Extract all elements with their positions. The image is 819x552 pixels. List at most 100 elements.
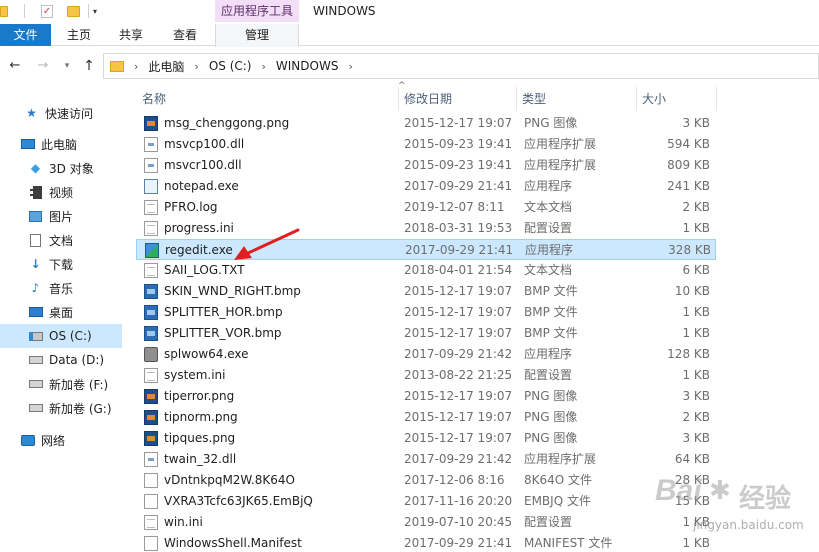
file-name: msvcr100.dll [164, 158, 242, 172]
sidebar-item-label: 快速访问 [45, 106, 94, 121]
file-type: PNG 图像 [524, 116, 578, 130]
tab-home[interactable]: 主页 [56, 24, 102, 46]
sidebar-item-network[interactable]: 网络 [0, 428, 122, 452]
file-exe-reg-icon [145, 243, 159, 258]
sidebar-item-data-d[interactable]: Data (D:) [0, 348, 122, 372]
file-modified-date: 2017-11-16 20:20 [404, 494, 513, 508]
file-row[interactable]: system.ini 2013-08-22 21:25 配置设置 1 KB [136, 365, 716, 386]
file-row[interactable]: regedit.exe 2017-09-29 21:41 应用程序 328 KB [136, 239, 716, 260]
file-bmp-icon [144, 284, 158, 299]
sidebar-item-music[interactable]: ♪ 音乐 [0, 276, 122, 300]
breadcrumb-this-pc[interactable]: 此电脑 [148, 58, 184, 75]
file-name: SPLITTER_HOR.bmp [164, 305, 283, 319]
file-row[interactable]: progress.ini 2018-03-31 19:53 配置设置 1 KB [136, 218, 716, 239]
sidebar-item-label: 下载 [49, 257, 74, 272]
file-png-icon [144, 389, 158, 404]
download-icon: ↓ [30, 257, 41, 271]
file-name: vDntnkpqM2W.8K64O [164, 473, 295, 487]
watermark-word: 经验 [739, 484, 792, 514]
file-row[interactable]: msvcr100.dll 2015-09-23 19:41 应用程序扩展 809 KB [136, 155, 716, 176]
forward-arrow-icon[interactable]: → [34, 57, 52, 75]
file-size: 64 KB [674, 452, 710, 466]
sidebar-item-volume-g[interactable]: 新加卷 (G:) [0, 396, 122, 420]
sidebar-item-videos[interactable]: 视频 [0, 180, 122, 204]
file-row[interactable]: notepad.exe 2017-09-29 21:41 应用程序 241 KB [136, 176, 716, 197]
file-bmp-icon [144, 326, 158, 341]
sidebar-item-this-pc[interactable]: 此电脑 [0, 132, 122, 156]
drive-icon [28, 401, 43, 415]
sidebar-item-documents[interactable]: 文档 [0, 228, 122, 252]
file-row[interactable]: msvcp100.dll 2015-09-23 19:41 应用程序扩展 594 KB [136, 134, 716, 155]
breadcrumb-chevron-icon[interactable]: › [134, 60, 138, 73]
sidebar-item-desktop[interactable]: 桌面 [0, 300, 122, 324]
file-row[interactable]: win.ini 2019-07-10 20:45 配置设置 1 KB [136, 512, 716, 533]
back-arrow-icon[interactable]: ← [6, 57, 24, 75]
column-header-date[interactable]: 修改日期 [398, 87, 516, 111]
file-size: 2 KB [682, 200, 710, 214]
breadcrumb-windows[interactable]: WINDOWS [276, 59, 339, 73]
tab-manage[interactable]: 管理 [215, 24, 299, 47]
window-title: WINDOWS [313, 4, 376, 18]
file-row[interactable]: VXRA3Tcfc63JK65.EmBjQ 2017-11-16 20:20 EMB… [136, 491, 716, 512]
folder-icon[interactable] [0, 5, 8, 17]
file-row[interactable]: WindowsShell.Manifest 2017-09-29 21:41 MAN… [136, 533, 716, 552]
file-row[interactable]: tipnorm.png 2015-12-17 19:07 PNG 图像 2 KB [136, 407, 716, 428]
navigation-bar: ← → ▾ ↑ › 此电脑 › OS (C:) › WINDOWS › [0, 47, 819, 87]
tab-file[interactable]: 文件 [0, 24, 51, 46]
file-size: 1 KB [682, 326, 710, 340]
file-row[interactable]: SAII_LOG.TXT 2018-04-01 21:54 文本文档 6 KB [136, 260, 716, 281]
file-size: 3 KB [682, 116, 710, 130]
separator [88, 4, 89, 18]
file-size: 6 KB [682, 263, 710, 277]
column-header-name[interactable]: 名称 [136, 87, 398, 111]
sidebar-item-label: 3D 对象 [49, 161, 94, 176]
sidebar-item-downloads[interactable]: ↓ 下载 [0, 252, 122, 276]
file-row[interactable]: vDntnkpqM2W.8K64O 2017-12-06 8:16 8K64O 文件… [136, 470, 716, 491]
tab-view[interactable]: 查看 [162, 24, 208, 46]
file-name: tipnorm.png [164, 410, 238, 424]
breadcrumb-chevron-icon[interactable]: › [262, 60, 266, 73]
file-row[interactable]: SPLITTER_VOR.bmp 2015-12-17 19:07 BMP 文件 1 … [136, 323, 716, 344]
tab-share[interactable]: 共享 [108, 24, 154, 46]
file-modified-date: 2018-03-31 19:53 [404, 221, 513, 235]
sidebar-item-volume-f[interactable]: 新加卷 (F:) [0, 372, 122, 396]
new-folder-icon[interactable] [67, 5, 80, 17]
address-bar[interactable]: › 此电脑 › OS (C:) › WINDOWS › [103, 53, 819, 79]
up-arrow-icon[interactable]: ↑ [80, 57, 98, 75]
file-row[interactable]: SPLITTER_HOR.bmp 2015-12-17 19:07 BMP 文件 1 … [136, 302, 716, 323]
breadcrumb-os-c[interactable]: OS (C:) [209, 59, 252, 73]
file-row[interactable]: splwow64.exe 2017-09-29 21:42 应用程序 128 KB [136, 344, 716, 365]
file-txt-icon [144, 368, 158, 383]
file-size: 128 KB [667, 347, 710, 361]
breadcrumb-chevron-icon[interactable]: › [348, 60, 352, 73]
file-row[interactable]: SKIN_WND_RIGHT.bmp 2015-12-17 19:07 BMP 文件… [136, 281, 716, 302]
sidebar-item-pictures[interactable]: 图片 [0, 204, 122, 228]
recent-locations-chevron-icon[interactable]: ▾ [58, 57, 76, 75]
sidebar-item-3d-objects[interactable]: ◆ 3D 对象 [0, 156, 122, 180]
file-row[interactable]: PFRO.log 2019-12-07 8:11 文本文档 2 KB [136, 197, 716, 218]
file-type: 应用程序扩展 [524, 158, 597, 172]
file-size: 328 KB [668, 243, 711, 257]
file-row[interactable]: tipques.png 2015-12-17 19:07 PNG 图像 3 KB [136, 428, 716, 449]
file-type: EMBJQ 文件 [524, 494, 591, 508]
file-exe-blank-icon [144, 473, 158, 488]
file-row[interactable]: tiperror.png 2015-12-17 19:07 PNG 图像 3 KB [136, 386, 716, 407]
file-type: 应用程序扩展 [524, 137, 597, 151]
column-header-size[interactable]: 大小 [636, 87, 716, 111]
customize-toolbar-icon[interactable]: ▾ [93, 7, 97, 16]
separator [24, 4, 25, 18]
drive-icon [28, 353, 43, 367]
file-row[interactable]: msg_chenggong.png 2015-12-17 19:07 PNG 图像 3… [136, 113, 716, 134]
navigation-pane: ★ 快速访问 此电脑 ◆ 3D 对象 视频 图片 文档 ↓ 下载 ♪ 音乐 桌面… [0, 87, 124, 552]
file-type: PNG 图像 [524, 410, 578, 424]
file-modified-date: 2017-09-29 21:42 [404, 347, 513, 361]
file-size: 3 KB [682, 431, 710, 445]
properties-icon[interactable]: ✓ [41, 4, 53, 18]
column-divider[interactable] [716, 87, 717, 111]
breadcrumb-chevron-icon[interactable]: › [194, 60, 198, 73]
file-row[interactable]: twain_32.dll 2017-09-29 21:42 应用程序扩展 64 KB [136, 449, 716, 470]
sidebar-item-os-c[interactable]: OS (C:) [0, 324, 122, 348]
sidebar-item-quick-access[interactable]: ★ 快速访问 [0, 101, 122, 125]
file-name: win.ini [164, 515, 203, 529]
column-header-type[interactable]: 类型 [516, 87, 636, 111]
